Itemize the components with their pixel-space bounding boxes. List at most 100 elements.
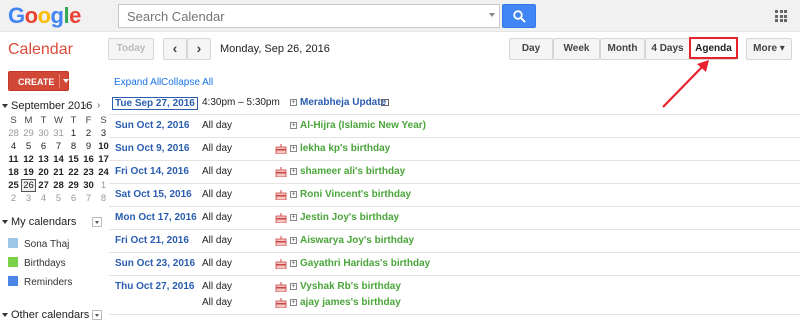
mini-day[interactable]: 14 xyxy=(51,153,66,166)
other-calendars-header[interactable]: Other calendars xyxy=(0,309,89,321)
mini-day[interactable]: 29 xyxy=(21,127,36,140)
calendar-item-sona-thaj[interactable]: Sona Thaj xyxy=(8,238,69,250)
agenda-date[interactable]: Sun Oct 9, 2016 xyxy=(115,143,189,154)
mini-day[interactable]: 2 xyxy=(81,127,96,140)
collapse-icon[interactable] xyxy=(2,313,8,317)
mini-day[interactable]: 18 xyxy=(6,166,21,179)
mini-day[interactable]: 6 xyxy=(66,192,81,205)
mini-day[interactable]: 4 xyxy=(6,140,21,153)
my-calendars-header[interactable]: My calendars xyxy=(0,216,76,228)
mini-day[interactable]: 7 xyxy=(51,140,66,153)
prev-button[interactable]: ‹ xyxy=(163,38,187,60)
next-button[interactable]: › xyxy=(187,38,211,60)
event-title[interactable]: ajay james's birthday xyxy=(300,297,401,308)
mini-day[interactable]: 22 xyxy=(66,166,81,179)
agenda-row[interactable]: Mon Oct 17, 2016 All day + Jestin Joy's bir… xyxy=(109,207,800,230)
mini-day[interactable]: 30 xyxy=(36,127,51,140)
event-title[interactable]: Roni Vincent's birthday xyxy=(300,189,411,200)
agenda-date[interactable]: Sat Oct 15, 2016 xyxy=(115,189,192,200)
mini-day[interactable]: 31 xyxy=(51,127,66,140)
mini-day[interactable]: 26 xyxy=(21,179,36,192)
open-event-icon[interactable] xyxy=(381,99,389,106)
search-box[interactable] xyxy=(118,4,500,28)
agenda-row[interactable]: All day + ajay james's birthday xyxy=(109,292,800,315)
agenda-date[interactable]: Fri Oct 14, 2016 xyxy=(115,166,189,177)
mini-day[interactable]: 7 xyxy=(81,192,96,205)
mini-day[interactable]: 25 xyxy=(6,179,21,192)
mini-day[interactable]: 21 xyxy=(51,166,66,179)
my-calendars-menu-icon[interactable] xyxy=(92,217,102,227)
agenda-row[interactable]: Thu Oct 27, 2016 All day + Vyshak Rb's birt… xyxy=(109,276,800,292)
calendar-item-reminders[interactable]: Reminders xyxy=(8,276,72,288)
mini-day[interactable]: 3 xyxy=(21,192,36,205)
expand-event-icon[interactable]: + xyxy=(290,99,297,106)
google-logo[interactable]: Google xyxy=(8,3,81,29)
mini-day[interactable]: 15 xyxy=(66,153,81,166)
event-title[interactable]: Gayathri Haridas's birthday xyxy=(300,258,430,269)
view-4days-button[interactable]: 4 Days xyxy=(645,38,690,60)
view-week-button[interactable]: Week xyxy=(553,38,600,60)
expand-event-icon[interactable]: + xyxy=(290,168,297,175)
apps-grid-icon[interactable] xyxy=(775,10,787,22)
other-calendars-menu-icon[interactable] xyxy=(92,310,102,320)
view-day-button[interactable]: Day xyxy=(509,38,553,60)
mini-day[interactable]: 12 xyxy=(21,153,36,166)
agenda-row[interactable]: Tue Sep 27, 2016 4:30pm – 5:30pm + Merabhej… xyxy=(109,92,800,115)
expand-event-icon[interactable]: + xyxy=(290,260,297,267)
event-title[interactable]: Jestin Joy's birthday xyxy=(300,212,399,223)
agenda-date[interactable]: Thu Oct 27, 2016 xyxy=(115,281,194,292)
search-options-icon[interactable] xyxy=(489,13,495,17)
search-input[interactable] xyxy=(119,5,484,27)
mini-day[interactable]: 2 xyxy=(6,192,21,205)
create-button[interactable]: CREATE xyxy=(8,71,69,91)
agenda-date[interactable]: Fri Oct 21, 2016 xyxy=(115,235,189,246)
expand-all-link[interactable]: Expand All xyxy=(114,77,161,88)
event-title[interactable]: Aiswarya Joy's birthday xyxy=(300,235,414,246)
agenda-row[interactable]: Fri Oct 21, 2016 All day + Aiswarya Joy's b… xyxy=(109,230,800,253)
mini-day[interactable]: 29 xyxy=(66,179,81,192)
mini-day[interactable]: 8 xyxy=(66,140,81,153)
mini-day[interactable]: 13 xyxy=(36,153,51,166)
agenda-row[interactable]: Fri Oct 14, 2016 All day + shameer ali's bi… xyxy=(109,161,800,184)
mini-day[interactable]: 28 xyxy=(51,179,66,192)
mini-day[interactable]: 9 xyxy=(81,140,96,153)
mini-prev-button[interactable]: ‹ xyxy=(84,100,87,111)
event-title[interactable]: Merabheja Update xyxy=(300,97,386,108)
expand-event-icon[interactable]: + xyxy=(290,122,297,129)
expand-event-icon[interactable]: + xyxy=(290,191,297,198)
mini-day[interactable]: 23 xyxy=(81,166,96,179)
agenda-row[interactable]: Sun Oct 2, 2016 All day + Al-Hijra (Islamic… xyxy=(109,115,800,138)
today-button[interactable]: Today xyxy=(108,38,154,60)
mini-day[interactable]: 1 xyxy=(66,127,81,140)
agenda-row[interactable]: Sun Oct 9, 2016 All day + lekha kp's birthd… xyxy=(109,138,800,161)
expand-event-icon[interactable]: + xyxy=(290,237,297,244)
expand-event-icon[interactable]: + xyxy=(290,214,297,221)
collapse-icon[interactable] xyxy=(2,220,8,224)
mini-day[interactable]: 19 xyxy=(21,166,36,179)
event-title[interactable]: Vyshak Rb's birthday xyxy=(300,281,401,292)
more-button[interactable]: More ▾ xyxy=(746,38,792,60)
mini-day[interactable]: 5 xyxy=(21,140,36,153)
mini-day[interactable]: 28 xyxy=(6,127,21,140)
mini-day[interactable]: 30 xyxy=(81,179,96,192)
event-title[interactable]: shameer ali's birthday xyxy=(300,166,405,177)
collapse-all-link[interactable]: Collapse All xyxy=(161,77,213,88)
expand-event-icon[interactable]: + xyxy=(290,283,297,290)
create-dropdown-icon[interactable] xyxy=(63,79,69,83)
mini-day[interactable]: 20 xyxy=(36,166,51,179)
search-button[interactable] xyxy=(502,4,536,28)
mini-next-button[interactable]: › xyxy=(97,100,100,111)
mini-day[interactable]: 16 xyxy=(81,153,96,166)
agenda-date[interactable]: Sun Oct 2, 2016 xyxy=(115,120,189,131)
mini-calendar-header[interactable]: September 2016 xyxy=(0,100,92,112)
mini-day[interactable]: 11 xyxy=(6,153,21,166)
expand-event-icon[interactable]: + xyxy=(290,299,297,306)
mini-day[interactable]: 27 xyxy=(36,179,51,192)
event-title[interactable]: lekha kp's birthday xyxy=(300,143,390,154)
mini-day[interactable]: 6 xyxy=(36,140,51,153)
agenda-date[interactable]: Tue Sep 27, 2016 xyxy=(112,97,198,110)
mini-day[interactable]: 5 xyxy=(51,192,66,205)
expand-event-icon[interactable]: + xyxy=(290,145,297,152)
agenda-row[interactable]: Sun Oct 23, 2016 All day + Gayathri Haridas… xyxy=(109,253,800,276)
calendar-item-birthdays[interactable]: Birthdays xyxy=(8,257,66,269)
